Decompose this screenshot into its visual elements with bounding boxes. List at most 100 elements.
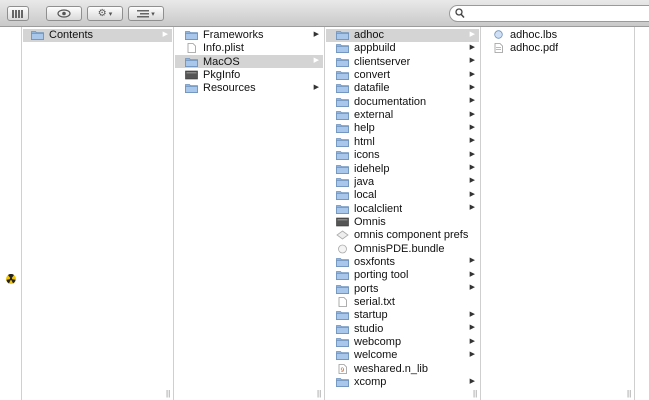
item-label: Contents — [49, 29, 94, 41]
folder-icon — [336, 284, 349, 294]
list-item[interactable]: startup ▶ — [326, 309, 479, 322]
list-item[interactable]: adhoc.lbs — [482, 29, 633, 42]
list-item[interactable]: java ▶ — [326, 175, 479, 188]
item-label: weshared.n_lib — [354, 362, 428, 375]
list-item[interactable]: appbuild ▶ — [326, 42, 479, 55]
list-item[interactable]: PkgInfo — [175, 69, 323, 82]
folder-icon — [185, 30, 198, 41]
disclosure-arrow-icon: ▶ — [469, 257, 475, 265]
list-item[interactable]: welcome ▶ — [326, 349, 479, 362]
column-resize-handle[interactable]: || — [166, 389, 170, 398]
document-icon — [336, 297, 349, 307]
list-item[interactable]: Info.plist — [175, 42, 323, 55]
list-item[interactable]: convert ▶ — [326, 69, 479, 82]
arrange-menu-button[interactable]: ▾ — [128, 6, 164, 21]
list-item[interactable]: omnis component prefs — [326, 229, 479, 242]
list-item[interactable]: datafile ▶ — [326, 82, 479, 95]
item-label: clientserver — [354, 55, 411, 68]
list-item[interactable]: Resources ▶ — [175, 82, 323, 95]
list-item[interactable]: help ▶ — [326, 122, 479, 135]
list-item[interactable]: clientserver ▶ — [326, 55, 479, 68]
column-resize-handle[interactable]: || — [627, 389, 631, 398]
item-label: ports — [354, 282, 379, 295]
list-item[interactable]: external ▶ — [326, 109, 479, 122]
folder-icon — [336, 123, 349, 134]
disclosure-arrow-icon: ▶ — [469, 164, 475, 171]
list-item[interactable]: documentation ▶ — [326, 95, 479, 108]
column-browser-4[interactable] — [481, 27, 635, 400]
list-item[interactable]: ports ▶ — [326, 282, 479, 295]
column-resize-handle[interactable]: || — [317, 389, 321, 398]
list-item[interactable]: html ▶ — [326, 135, 479, 148]
item-label: omnis component prefs — [354, 229, 469, 242]
item-label: Info.plist — [203, 42, 244, 55]
svg-text:9: 9 — [341, 367, 345, 374]
folder-icon — [336, 350, 349, 361]
item-label: datafile — [354, 82, 390, 95]
folder-icon — [336, 70, 349, 81]
item-label: xcomp — [354, 376, 387, 389]
radiation-icon — [6, 274, 16, 284]
list-item[interactable]: studio ▶ — [326, 322, 479, 335]
column-browser-1[interactable] — [22, 27, 174, 400]
item-label: studio — [354, 322, 384, 335]
disclosure-arrow-icon: ▶ — [469, 110, 475, 118]
view-toggle-button[interactable] — [7, 6, 29, 21]
folder-icon — [336, 337, 349, 348]
folder-icon — [336, 57, 349, 67]
folder-icon — [31, 30, 44, 41]
quick-look-button[interactable] — [46, 6, 82, 21]
gear-icon: ⚙ — [97, 8, 107, 19]
disclosure-arrow-icon: ▶ — [469, 123, 475, 131]
item-label: local — [354, 189, 377, 202]
list-item[interactable]: webcomp ▶ — [326, 336, 479, 349]
item-label: adhoc.lbs — [510, 29, 558, 41]
executable-icon — [336, 217, 349, 227]
list-item[interactable]: serial.txt — [326, 296, 479, 309]
item-label: icons — [354, 149, 380, 162]
item-label: appbuild — [354, 42, 396, 55]
folder-icon — [185, 83, 198, 94]
search-field[interactable] — [449, 5, 649, 22]
list-item[interactable]: xcomp ▶ — [326, 376, 479, 389]
folder-icon — [336, 177, 349, 187]
list-item[interactable]: idehelp ▶ — [326, 162, 479, 175]
folder-icon — [336, 110, 349, 121]
list-item[interactable]: localclient ▶ — [326, 202, 479, 215]
folder-icon — [336, 324, 349, 334]
list-item[interactable]: local ▶ — [326, 189, 479, 202]
item-label: OmnisPDE.bundle — [354, 242, 445, 255]
disclosure-arrow-icon: ▶ — [469, 83, 475, 91]
list-item[interactable]: osxfonts ▶ — [326, 255, 479, 268]
list-item[interactable]: OmnisPDE.bundle — [326, 242, 479, 255]
item-label: PkgInfo — [203, 69, 241, 82]
disclosure-arrow-icon: ▶ — [469, 337, 475, 345]
list-item[interactable]: Omnis — [326, 215, 479, 228]
list-item[interactable]: adhoc.pdf — [482, 42, 633, 55]
list-item[interactable]: MacOS ▶ — [175, 55, 323, 69]
list-item[interactable]: 9 weshared.n_lib — [326, 362, 479, 375]
disclosure-arrow-icon: ▶ — [469, 43, 475, 51]
column-resize-handle[interactable]: || — [473, 389, 477, 398]
item-label: startup — [354, 309, 388, 322]
folder-icon — [336, 137, 349, 147]
search-input[interactable] — [466, 7, 649, 21]
folder-icon — [336, 377, 349, 388]
item-label: serial.txt — [354, 296, 395, 308]
disclosure-arrow-icon: ▶ — [469, 324, 475, 332]
list-item[interactable]: adhoc ▶ — [326, 28, 479, 42]
item-label: Omnis — [354, 215, 386, 228]
list-item[interactable]: Frameworks ▶ — [175, 29, 323, 42]
list-item[interactable]: porting tool ▶ — [326, 269, 479, 282]
folder-icon — [336, 164, 349, 174]
list-item[interactable]: icons ▶ — [326, 149, 479, 162]
item-label: java — [354, 175, 375, 188]
arrange-icon — [137, 9, 150, 17]
item-label: adhoc — [354, 29, 384, 41]
folder-icon — [336, 83, 349, 94]
list-item[interactable]: Contents ▶ — [23, 28, 172, 42]
folder-icon — [336, 30, 349, 41]
action-menu-button[interactable]: ⚙ ▾ — [87, 6, 123, 21]
disclosure-arrow-icon: ▶ — [313, 57, 319, 65]
disclosure-arrow-icon: ▶ — [469, 150, 475, 158]
